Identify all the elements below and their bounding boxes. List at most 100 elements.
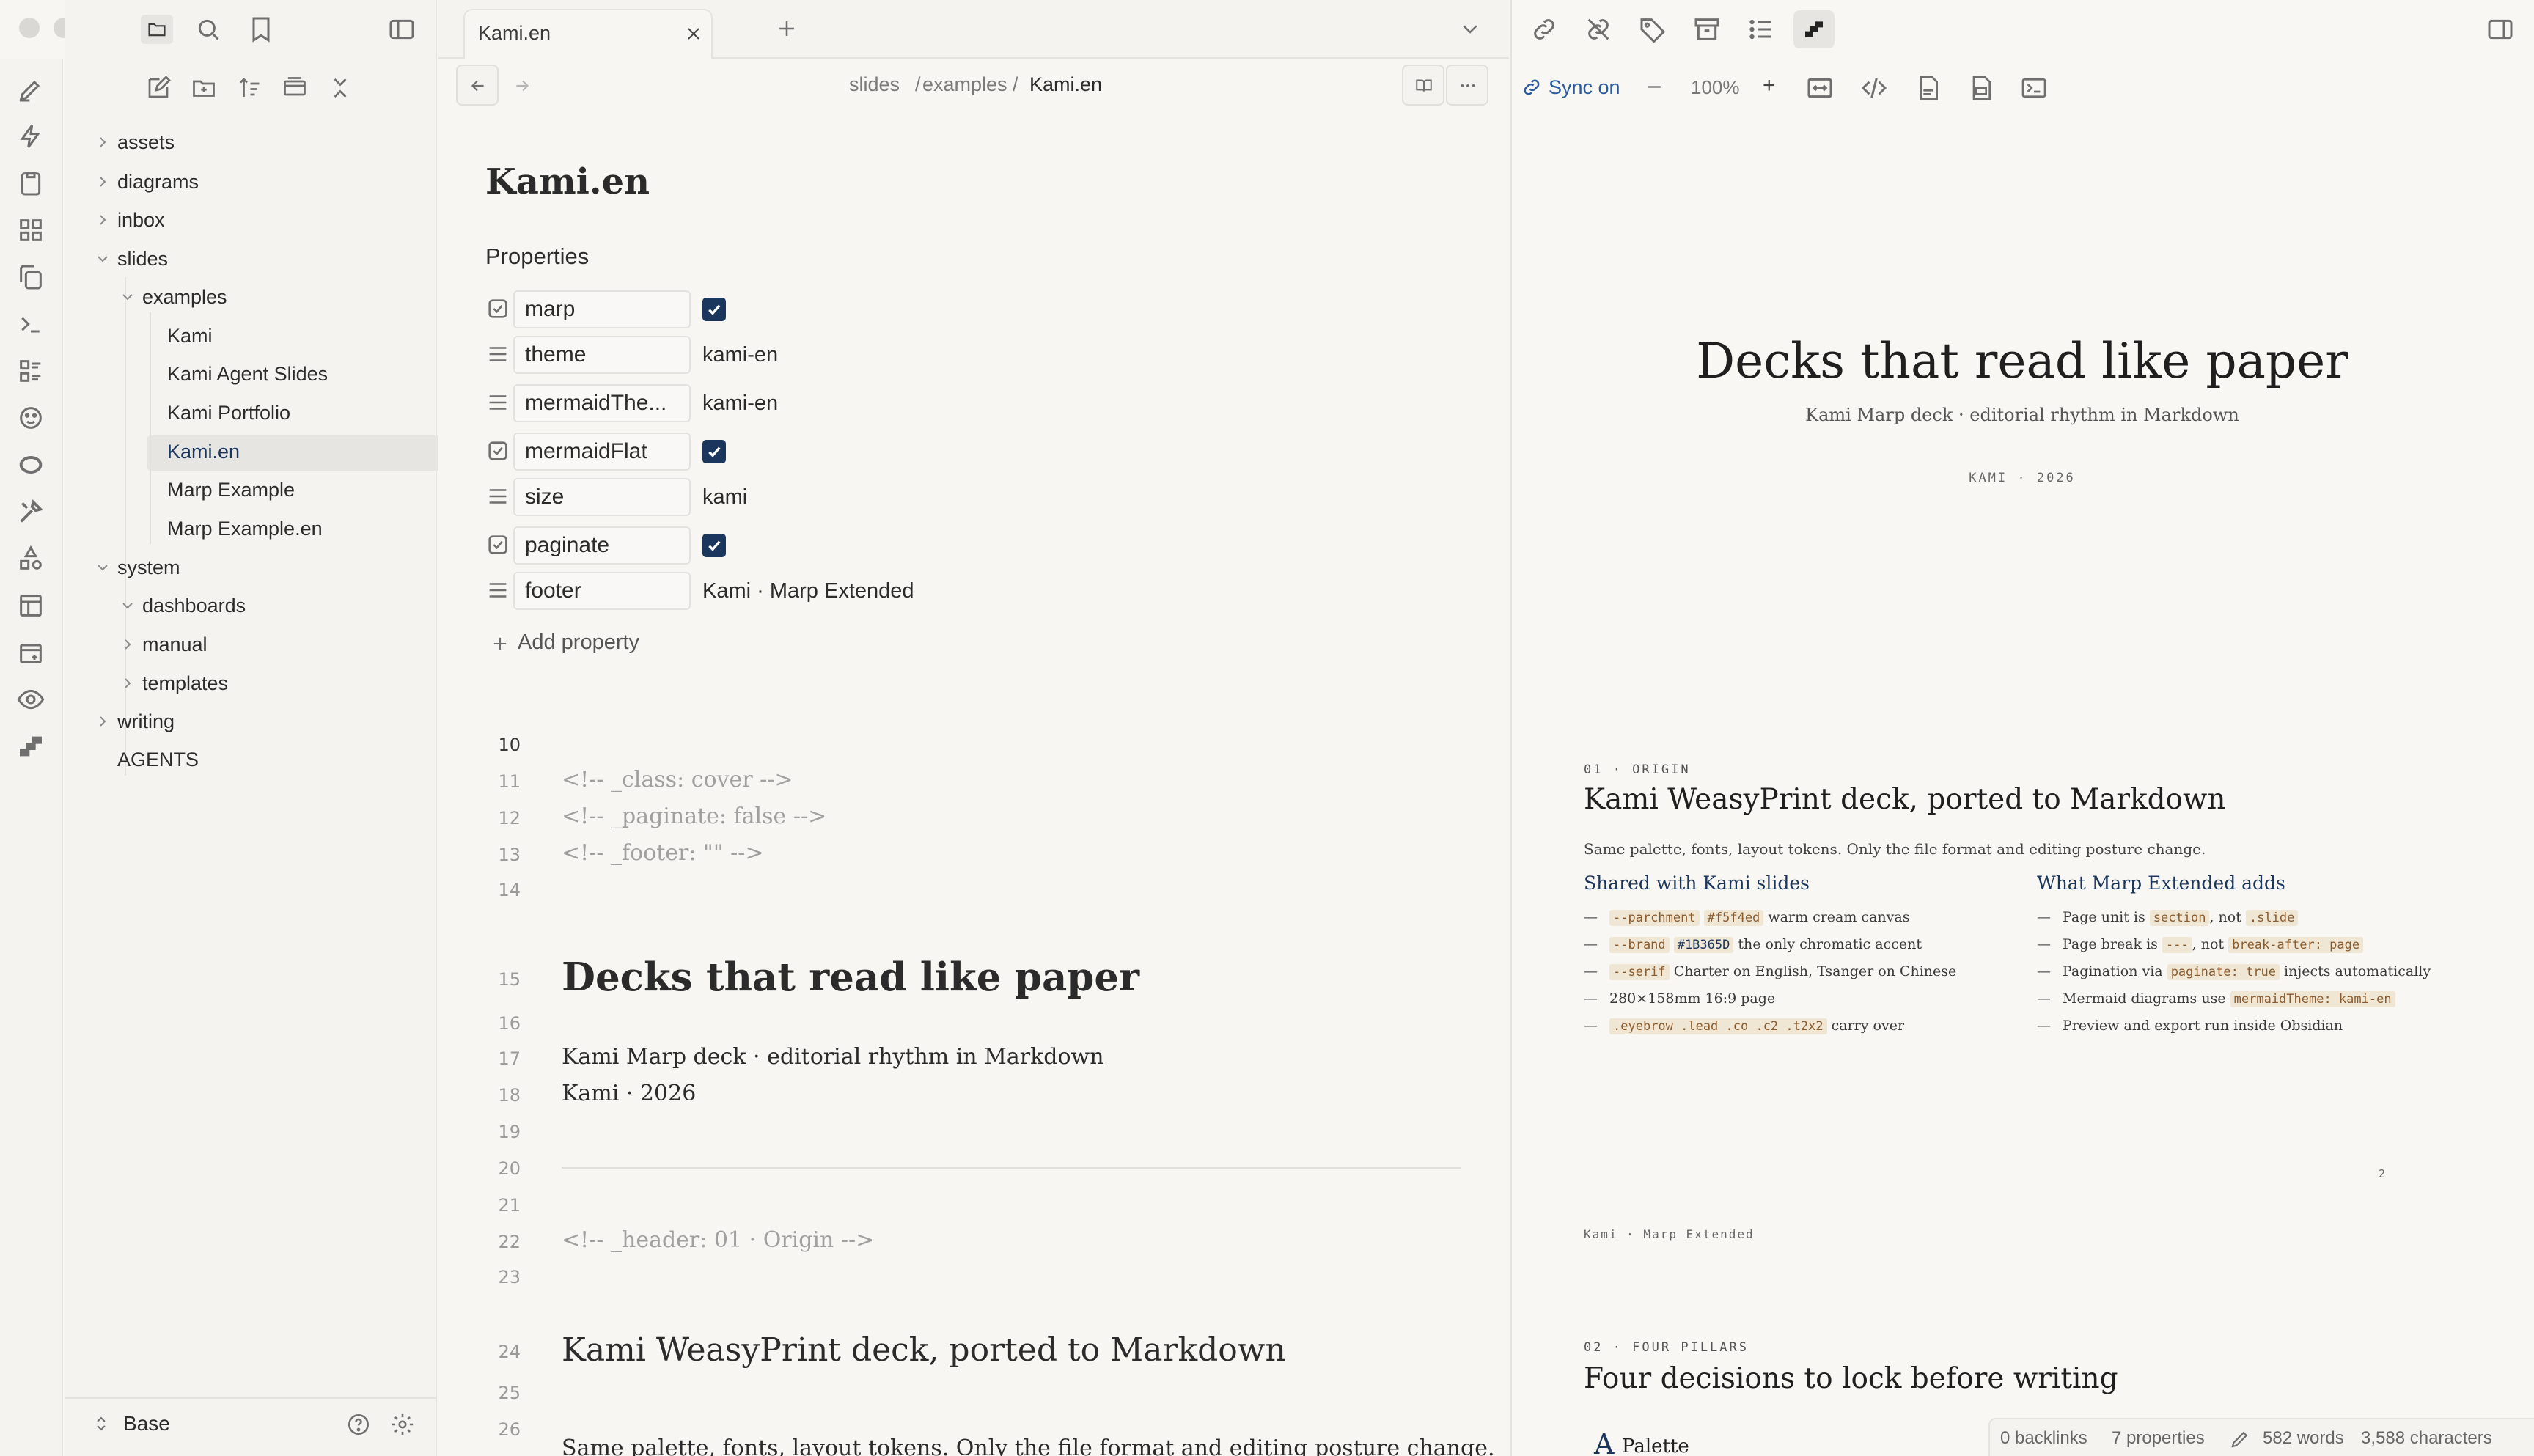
tab-list-chevron-down-icon[interactable] <box>1459 18 1481 40</box>
property-value[interactable]: Kami · Marp Extended <box>702 572 914 610</box>
tab-kami-en[interactable]: Kami.en <box>463 9 713 59</box>
more-options-button[interactable] <box>1446 65 1488 106</box>
property-checkbox[interactable] <box>702 440 726 463</box>
property-value[interactable]: kami-en <box>702 336 778 374</box>
property-checkbox[interactable] <box>702 298 726 321</box>
slide-lead: Same palette, fonts, layout tokens. Only… <box>1584 840 2206 858</box>
shapes-icon[interactable] <box>16 544 45 573</box>
text-type-icon[interactable] <box>485 484 510 509</box>
property-key[interactable]: theme <box>513 336 691 374</box>
archive-icon[interactable] <box>1692 15 1722 44</box>
lightning-icon[interactable] <box>16 122 45 151</box>
tag-icon[interactable] <box>1638 15 1667 44</box>
property-value[interactable]: kami <box>702 478 747 516</box>
new-note-icon[interactable] <box>145 75 172 101</box>
bookmark-icon[interactable] <box>246 15 276 44</box>
checkbox-type-icon[interactable] <box>485 532 510 557</box>
breadcrumb-item[interactable]: slides <box>849 73 900 96</box>
fit-width-icon[interactable] <box>1805 73 1835 103</box>
eye-icon[interactable] <box>16 685 45 714</box>
note-title[interactable]: Kami.en <box>485 161 650 202</box>
ring-icon[interactable] <box>16 450 45 479</box>
new-folder-icon[interactable] <box>191 75 217 101</box>
grid-icon[interactable] <box>16 216 45 245</box>
terminal-icon[interactable] <box>16 309 45 339</box>
layout-icon[interactable] <box>16 591 45 620</box>
list-grid-icon[interactable] <box>16 356 45 386</box>
auto-reveal-icon[interactable] <box>282 75 308 101</box>
slides-icon[interactable] <box>16 732 45 761</box>
checkbox-type-icon[interactable] <box>485 296 510 321</box>
link-icon[interactable] <box>1529 15 1559 44</box>
window-close-button[interactable] <box>19 18 40 38</box>
tree-folder-manual[interactable]: manual <box>125 631 208 663</box>
tree-folder-diagrams[interactable]: diagrams <box>100 169 199 201</box>
property-key[interactable]: mermaidThe... <box>513 384 691 422</box>
tree-file-marp-example-en[interactable]: Marp Example.en <box>167 515 323 548</box>
tree-folder-inbox[interactable]: inbox <box>100 207 165 239</box>
tree-folder-assets[interactable]: assets <box>100 129 175 161</box>
code-icon[interactable] <box>1859 73 1889 103</box>
tree-file-kami-portfolio[interactable]: Kami Portfolio <box>167 400 290 432</box>
tree-file-agents[interactable]: AGENTS <box>117 746 199 779</box>
property-key[interactable]: marp <box>513 290 691 328</box>
folder-icon[interactable] <box>141 15 173 44</box>
tree-folder-dashboards[interactable]: dashboards <box>122 592 246 625</box>
tree-folder-templates[interactable]: templates <box>125 670 228 702</box>
text-type-icon[interactable] <box>485 342 510 367</box>
checkbox-type-icon[interactable] <box>485 438 510 463</box>
collapse-all-icon[interactable] <box>327 75 353 101</box>
zoom-in-button[interactable]: + <box>1763 73 1776 98</box>
vault-switcher[interactable]: Base <box>87 1409 306 1441</box>
tree-file-kami-agent-slides[interactable]: Kami Agent Slides <box>167 361 328 393</box>
backlinks-count[interactable]: 0 backlinks <box>2000 1428 2087 1449</box>
new-tab-plus-icon[interactable] <box>774 16 799 41</box>
bullet-item: — Page break is ---, not break-after: pag… <box>2037 936 2364 953</box>
text-type-icon[interactable] <box>485 578 510 603</box>
chevron-right-icon <box>95 714 110 729</box>
tree-file-kami-en[interactable]: Kami.en <box>167 438 240 471</box>
properties-heading[interactable]: Properties <box>485 243 589 270</box>
export-pptx-icon[interactable] <box>1966 73 1996 103</box>
unlink-icon[interactable] <box>1584 15 1613 44</box>
sidebar-toggle-icon[interactable] <box>387 15 416 44</box>
property-key[interactable]: footer <box>513 572 691 610</box>
forward-button[interactable] <box>500 65 543 106</box>
property-key[interactable]: paginate <box>513 526 691 565</box>
export-html-icon[interactable] <box>2019 73 2049 103</box>
tools-icon[interactable] <box>16 497 45 526</box>
tree-folder-system[interactable]: system <box>98 554 180 587</box>
copy-icon[interactable] <box>16 262 45 292</box>
property-key[interactable]: size <box>513 478 691 516</box>
pencil-icon[interactable] <box>2229 1428 2251 1450</box>
help-icon[interactable] <box>346 1412 371 1437</box>
marp-slides-button[interactable] <box>1793 10 1835 48</box>
breadcrumb-item[interactable]: examples <box>922 73 1007 96</box>
face-icon[interactable] <box>16 403 45 433</box>
properties-count[interactable]: 7 properties <box>2112 1428 2205 1449</box>
property-value[interactable]: kami-en <box>702 384 778 422</box>
chevron-down-icon <box>95 560 110 575</box>
property-checkbox[interactable] <box>702 534 726 557</box>
tree-file-marp-example[interactable]: Marp Example <box>167 477 295 509</box>
close-icon[interactable] <box>685 25 702 43</box>
bullet-list-icon[interactable] <box>1747 15 1776 44</box>
tree-folder-writing[interactable]: writing <box>100 708 175 740</box>
property-key[interactable]: mermaidFlat <box>513 433 691 471</box>
sort-icon[interactable] <box>236 75 262 101</box>
settings-gear-icon[interactable] <box>390 1412 415 1437</box>
text-type-icon[interactable] <box>485 390 510 415</box>
right-sidebar-toggle-icon[interactable] <box>2486 15 2515 44</box>
clipboard-icon[interactable] <box>16 169 45 198</box>
pen-icon[interactable] <box>16 75 45 104</box>
search-icon[interactable] <box>194 15 223 44</box>
tree-folder-examples[interactable]: examples <box>122 284 227 316</box>
zoom-out-button[interactable]: – <box>1648 73 1661 98</box>
tree-file-kami[interactable]: Kami <box>167 323 213 355</box>
add-card-icon[interactable] <box>16 638 45 667</box>
back-button[interactable] <box>456 65 499 106</box>
line-number: 11 <box>498 771 521 792</box>
tree-folder-slides[interactable]: slides <box>98 246 168 278</box>
reading-view-button[interactable] <box>1402 65 1444 106</box>
export-pdf-icon[interactable] <box>1914 73 1943 103</box>
